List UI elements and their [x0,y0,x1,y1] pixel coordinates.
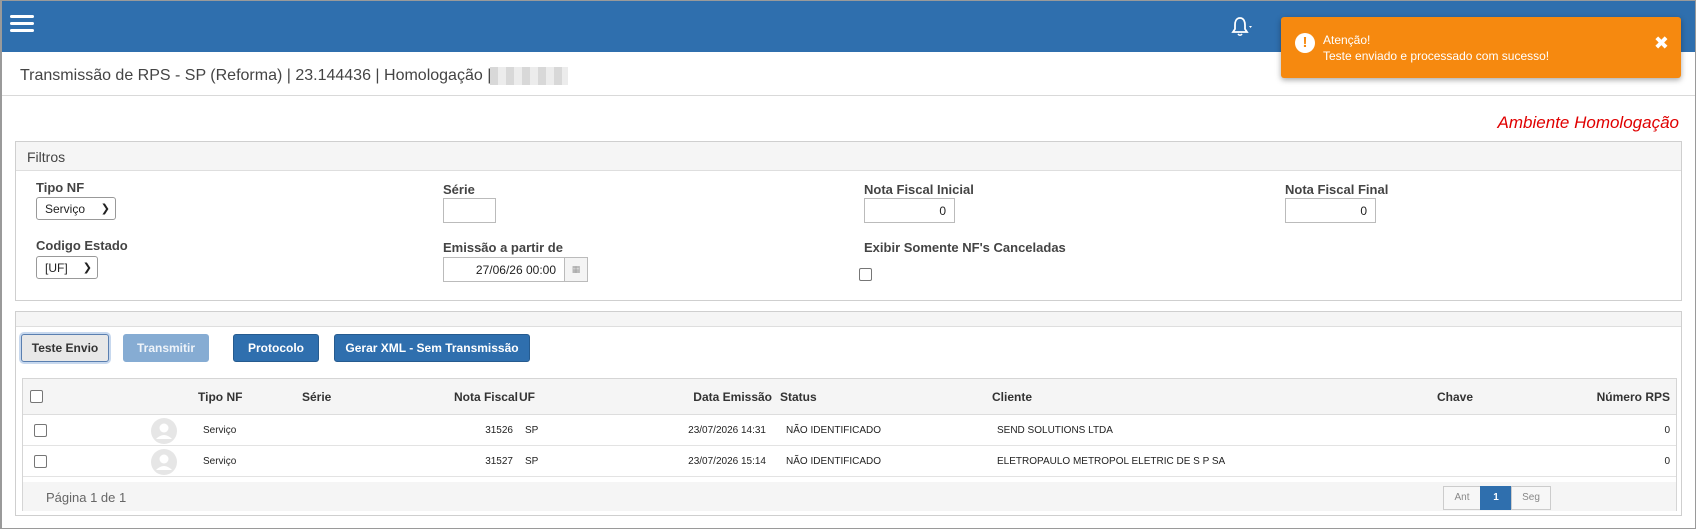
serie-input[interactable] [443,198,496,223]
calendar-icon[interactable]: ▦ [564,257,588,282]
toast-title: Atenção! [1323,33,1371,47]
col-chave[interactable]: Chave [1437,390,1473,404]
chevron-down-icon: ❯ [82,262,92,274]
cell-uf: SP [525,456,539,467]
bell-icon[interactable] [1230,15,1256,39]
filters-title: Filtros [16,142,1681,171]
cell-tipo-nf: Serviço [203,425,237,436]
select-all-checkbox[interactable] [30,390,43,403]
cell-data-emissao: 23/07/2026 15:14 [688,456,766,467]
chevron-down-icon: ❯ [100,203,110,215]
results-panel: Teste Envio Transmitir Protocolo Gerar X… [15,311,1682,516]
cell-numero-rps: 0 [1664,425,1670,436]
col-cliente[interactable]: Cliente [992,390,1032,404]
pager-page-1[interactable]: 1 [1480,486,1512,510]
col-data-emissao[interactable]: Data Emissão [693,390,772,404]
canceladas-label: Exibir Somente NF's Canceladas [864,240,1066,255]
close-icon[interactable]: ✖ [1654,34,1669,52]
divider [2,95,1695,96]
col-uf[interactable]: UF [519,390,535,404]
filters-panel: Filtros Tipo NF Serviço ❯ Série Nota Fis… [15,141,1682,301]
toast-message: Teste enviado e processado com sucesso! [1323,49,1550,63]
codigo-estado-value: [UF] [45,261,68,275]
cell-numero-rps: 0 [1664,456,1670,467]
results-panel-header [16,312,1681,327]
cell-tipo-nf: Serviço [203,456,237,467]
col-tipo-nf[interactable]: Tipo NF [198,390,242,404]
nf-inicial-label: Nota Fiscal Inicial [864,182,974,197]
nf-final-input[interactable]: 0 [1285,198,1376,223]
canceladas-checkbox[interactable] [859,268,872,281]
cell-cliente: ELETROPAULO METROPOL ELETRIC DE S P SA [997,456,1226,467]
app-window: ! Atenção! Teste enviado e processado co… [0,0,1696,529]
nf-inicial-input[interactable]: 0 [864,198,955,223]
cell-cliente: SEND SOLUTIONS LTDA [997,425,1113,436]
table-header: Tipo NF Série Nota Fiscal UF Data Emissã… [23,379,1676,415]
tipo-nf-label: Tipo NF [36,180,85,195]
nf-final-label: Nota Fiscal Final [1285,182,1389,197]
emissao-input[interactable]: 27/06/26 00:00 [443,257,565,282]
page-title: Transmissão de RPS - SP (Reforma) | 23.1… [20,67,492,84]
pager-text: Página 1 de 1 [46,490,127,505]
col-serie[interactable]: Série [302,390,331,404]
row-checkbox[interactable] [34,424,47,437]
transmitir-button[interactable]: Transmitir [123,334,209,362]
cell-uf: SP [525,425,539,436]
hamburger-icon[interactable] [10,15,36,35]
exclamation-icon: ! [1295,33,1315,53]
nf-table: Tipo NF Série Nota Fiscal UF Data Emissã… [22,378,1677,511]
environment-label: Ambiente Homologação [1497,113,1679,132]
protocolo-button[interactable]: Protocolo [233,334,319,362]
table-row[interactable]: Serviço 31527 SP 23/07/2026 15:14 NÃO ID… [23,447,1676,477]
cell-status: NÃO IDENTIFICADO [786,456,882,467]
avatar-icon [151,449,177,475]
tipo-nf-value: Serviço [45,202,86,216]
row-checkbox[interactable] [34,455,47,468]
toast-notification: ! Atenção! Teste enviado e processado co… [1281,17,1681,78]
cell-nota-fiscal: 31526 [485,425,513,436]
avatar-icon [151,418,177,444]
teste-envio-button[interactable]: Teste Envio [21,334,109,362]
cell-nota-fiscal: 31527 [485,456,513,467]
emissao-label: Emissão a partir de [443,240,563,255]
cell-status: NÃO IDENTIFICADO [786,425,882,436]
col-status[interactable]: Status [780,390,817,404]
serie-label: Série [443,182,475,197]
pager-next-button[interactable]: Seg [1511,486,1551,510]
codigo-estado-label: Codigo Estado [36,238,128,253]
codigo-estado-select[interactable]: [UF] ❯ [36,256,98,279]
cell-data-emissao: 23/07/2026 14:31 [688,425,766,436]
redacted-company [490,67,568,85]
col-nota-fiscal[interactable]: Nota Fiscal [454,390,518,404]
table-row[interactable]: Serviço 31526 SP 23/07/2026 14:31 NÃO ID… [23,416,1676,446]
gerar-xml-button[interactable]: Gerar XML - Sem Transmissão [334,334,530,362]
pager-prev-button[interactable]: Ant [1443,486,1481,510]
col-numero-rps[interactable]: Número RPS [1597,390,1670,404]
table-pager: Página 1 de 1 Ant 1 Seg [23,482,1676,511]
tipo-nf-select[interactable]: Serviço ❯ [36,197,116,220]
